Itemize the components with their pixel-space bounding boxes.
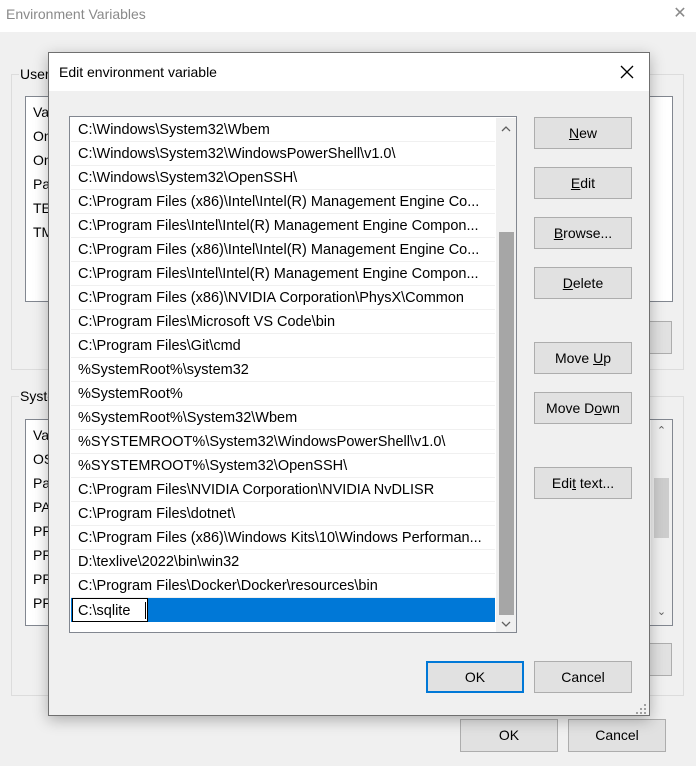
delete-button-accesskey: D	[562, 275, 573, 291]
path-list-item-text: C:\Windows\System32\OpenSSH\	[78, 170, 298, 186]
path-list-item[interactable]: C:\Program Files\Git\cmd	[71, 334, 495, 358]
path-list[interactable]: C:\Windows\System32\Wbem C:\Windows\Syste…	[69, 116, 517, 633]
path-list-item[interactable]: C:\Program Files\Docker\Docker\resources…	[71, 574, 495, 598]
path-list-item-text: C:\Program Files\Intel\Intel(R) Manageme…	[78, 218, 479, 234]
path-list-scrollbar[interactable]	[496, 118, 516, 632]
path-list-item[interactable]: C:\Program Files\Intel\Intel(R) Manageme…	[71, 262, 495, 286]
bg-scroll-thumb[interactable]	[654, 478, 669, 538]
path-list-item-text: C:\Program Files\Microsoft VS Code\bin	[78, 314, 336, 330]
ok-button[interactable]: OK	[426, 661, 524, 693]
path-list-item-text: %SystemRoot%	[78, 386, 183, 402]
edit-button-accesskey: E	[570, 175, 581, 191]
edit-button-label-post: dit	[580, 175, 596, 191]
path-list-item-selected[interactable]: C:\sqlite	[71, 598, 495, 622]
path-list-item[interactable]: C:\Windows\System32\WindowsPowerShell\v1…	[71, 142, 495, 166]
cancel-button[interactable]: Cancel	[534, 661, 632, 693]
move-up-button-accesskey: U	[593, 350, 604, 366]
path-list-item-text: C:\Program Files\Docker\Docker\resources…	[78, 578, 378, 594]
path-list-item-text: C:\Program Files\Git\cmd	[78, 338, 241, 354]
path-list-item-text: C:\Program Files (x86)\Windows Kits\10\W…	[78, 530, 482, 546]
resize-grip-icon[interactable]	[633, 701, 647, 715]
path-list-item-text: %SystemRoot%\System32\Wbem	[78, 410, 298, 426]
path-list-item[interactable]: C:\Program Files\Microsoft VS Code\bin	[71, 310, 495, 334]
path-list-item-text: C:\Program Files\dotnet\	[78, 506, 236, 522]
new-button-label-post: ew	[579, 125, 598, 141]
edit-text-button-label-post: text...	[576, 475, 615, 491]
browse-button-accesskey: B	[553, 225, 564, 241]
dialog-title-bar: Edit environment variable	[49, 53, 649, 91]
path-list-item[interactable]: %SystemRoot%\System32\Wbem	[71, 406, 495, 430]
edit-button[interactable]: Edit	[534, 167, 632, 199]
move-up-button-label-post: p	[603, 350, 612, 366]
bg-window-title: Environment Variables	[6, 6, 146, 22]
delete-button-label-post: elete	[572, 275, 604, 291]
edit-text-button-label-pre: Edi	[551, 475, 573, 491]
browse-button[interactable]: Browse...	[534, 217, 632, 249]
move-up-button[interactable]: Move Up	[534, 342, 632, 374]
path-list-item[interactable]: C:\Program Files\Intel\Intel(R) Manageme…	[71, 214, 495, 238]
path-list-item-text: C:\Program Files (x86)\Intel\Intel(R) Ma…	[78, 194, 480, 210]
user-variables-label: User	[19, 66, 51, 82]
path-list-item[interactable]: C:\Program Files\NVIDIA Corporation\NVID…	[71, 478, 495, 502]
path-list-item-text: %SYSTEMROOT%\System32\OpenSSH\	[78, 458, 348, 474]
move-down-button-accesskey: o	[594, 400, 603, 416]
path-list-item[interactable]: %SYSTEMROOT%\System32\WindowsPowerShell\…	[71, 430, 495, 454]
delete-button[interactable]: Delete	[534, 267, 632, 299]
path-list-item[interactable]: D:\texlive\2022\bin\win32	[71, 550, 495, 574]
move-down-button-label-post: wn	[602, 400, 620, 416]
edit-environment-variable-dialog: Edit environment variable C:\Windows\Sys…	[48, 52, 650, 716]
path-list-item[interactable]: C:\Windows\System32\OpenSSH\	[71, 166, 495, 190]
path-list-item[interactable]: C:\Windows\System32\Wbem	[71, 118, 495, 142]
chevron-up-icon[interactable]	[496, 118, 516, 138]
new-button[interactable]: New	[534, 117, 632, 149]
path-list-item[interactable]: C:\Program Files (x86)\Intel\Intel(R) Ma…	[71, 238, 495, 262]
path-list-item[interactable]: %SYSTEMROOT%\System32\OpenSSH\	[71, 454, 495, 478]
path-list-item-text: C:\Program Files (x86)\Intel\Intel(R) Ma…	[78, 242, 480, 258]
path-list-item-text: C:\Program Files (x86)\NVIDIA Corporatio…	[78, 290, 464, 306]
path-edit-field[interactable]: C:\sqlite	[72, 598, 148, 622]
path-list-item-text: D:\texlive\2022\bin\win32	[78, 554, 240, 570]
dialog-title: Edit environment variable	[59, 64, 217, 80]
new-button-accesskey: N	[568, 125, 580, 141]
path-list-item[interactable]: C:\Program Files\dotnet\	[71, 502, 495, 526]
path-list-item[interactable]: C:\Program Files (x86)\Intel\Intel(R) Ma…	[71, 190, 495, 214]
path-list-item-text: %SYSTEMROOT%\System32\WindowsPowerShell\…	[78, 434, 446, 450]
path-list-item-text: %SystemRoot%\system32	[78, 362, 249, 378]
bg-ok-button[interactable]: OK	[460, 719, 558, 752]
edit-text-button[interactable]: Edit text...	[534, 467, 632, 499]
path-edit-value: C:\sqlite	[78, 603, 131, 619]
close-icon[interactable]	[615, 60, 639, 84]
chevron-up-icon[interactable]: ⌃	[653, 423, 670, 440]
move-down-button[interactable]: Move Down	[534, 392, 632, 424]
path-list-item[interactable]: C:\Program Files (x86)\NVIDIA Corporatio…	[71, 286, 495, 310]
path-list-item-text: C:\Program Files\NVIDIA Corporation\NVID…	[78, 482, 435, 498]
text-caret	[145, 602, 146, 619]
chevron-down-icon[interactable]: ⌄	[653, 604, 670, 621]
path-list-item-text: C:\Program Files\Intel\Intel(R) Manageme…	[78, 266, 479, 282]
chevron-down-icon[interactable]	[496, 613, 516, 632]
browse-button-label-post: rowse...	[563, 225, 613, 241]
path-list-item-text: C:\Windows\System32\WindowsPowerShell\v1…	[78, 146, 396, 162]
path-list-item-text: C:\Windows\System32\Wbem	[78, 122, 270, 138]
bg-cancel-button[interactable]: Cancel	[568, 719, 666, 752]
move-up-button-label-pre: Move	[554, 350, 594, 366]
bg-title-bar: Environment Variables ✕	[0, 0, 696, 32]
move-down-button-label-pre: Move D	[546, 400, 595, 416]
path-list-item[interactable]: C:\Program Files (x86)\Windows Kits\10\W…	[71, 526, 495, 550]
scroll-thumb[interactable]	[499, 232, 514, 615]
bg-system-scrollbar[interactable]: ⌃ ⌄	[651, 420, 672, 625]
bg-close-icon[interactable]: ✕	[670, 4, 690, 24]
path-list-item[interactable]: %SystemRoot%\system32	[71, 358, 495, 382]
path-list-item[interactable]: %SystemRoot%	[71, 382, 495, 406]
